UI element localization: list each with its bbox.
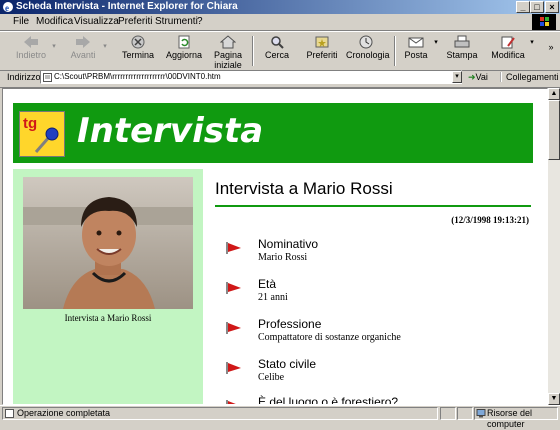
home-icon (220, 35, 236, 49)
search-icon (271, 36, 284, 49)
status-panel (457, 407, 473, 420)
red-flag-icon (226, 362, 241, 374)
history-button[interactable]: Cronologia (346, 35, 390, 60)
computer-icon (476, 409, 486, 418)
status-text: Operazione completata (17, 408, 111, 418)
menu-strumenti[interactable]: Strumenti (155, 16, 198, 27)
mail-dropdown[interactable]: ▾ (432, 38, 440, 46)
menu-file[interactable]: File (13, 16, 29, 27)
back-arrow-icon (24, 36, 38, 48)
page-done-icon (5, 409, 14, 418)
address-label: Indirizzo (7, 72, 41, 82)
page-icon (43, 73, 52, 82)
menu-preferiti[interactable]: Preferiti (118, 16, 152, 27)
interview-timestamp: (12/3/1998 19:13:21) (451, 215, 529, 225)
zone-text: Risorse del computer (487, 408, 533, 429)
back-button[interactable]: Indietro (14, 35, 48, 60)
forward-dropdown[interactable]: ▾ (101, 42, 109, 50)
go-button[interactable]: ➜Vai (468, 72, 488, 83)
address-input[interactable]: C:\Scout\PRBM\rrrrrrrrrrrrrrrrrrrr\00DVI… (40, 70, 462, 84)
field-label-origine: È del luogo o è forestiero? (258, 395, 399, 405)
favorites-icon (315, 36, 329, 48)
scroll-thumb[interactable] (548, 100, 560, 160)
toolbar-more-chevron-icon[interactable]: » (546, 42, 556, 52)
links-button[interactable]: Collegamenti (500, 72, 559, 82)
tg-logo: tg (19, 111, 65, 157)
standard-toolbar: Indietro ▾ Avanti ▾ Termina Aggiorna Pag… (0, 31, 560, 71)
minimize-button[interactable]: _ (516, 1, 530, 13)
close-button[interactable]: × (545, 1, 559, 13)
vertical-scrollbar[interactable]: ▲ ▼ (548, 88, 560, 405)
field-label-nominativo: Nominativo (258, 237, 319, 251)
left-sidebar: Intervista a Mario Rossi (13, 169, 203, 404)
field-value-eta: 21 anni (258, 292, 288, 303)
print-button[interactable]: Stampa (444, 35, 480, 60)
status-panel (440, 407, 456, 420)
history-icon (359, 35, 373, 49)
windows-logo-icon (532, 14, 556, 30)
menu-bar: File Modifica Visualizza Preferiti Strum… (0, 14, 560, 31)
scroll-down-button[interactable]: ▼ (548, 393, 560, 405)
photo-caption: Intervista a Mario Rossi (64, 313, 152, 323)
forward-arrow-icon (76, 36, 90, 48)
maximize-button[interactable]: □ (530, 1, 544, 13)
refresh-button[interactable]: Aggiorna (164, 35, 204, 60)
red-flag-icon (226, 322, 241, 334)
address-dropdown[interactable]: ▾ (452, 71, 462, 83)
toolbar-separator (252, 36, 254, 66)
red-flag-icon (226, 282, 241, 294)
interviewee-photo (23, 177, 193, 309)
address-bar: Indirizzo C:\Scout\PRBM\rrrrrrrrrrrrrrrr… (0, 69, 560, 88)
banner-title: Intervista (77, 111, 264, 151)
edit-dropdown[interactable]: ▾ (528, 38, 536, 46)
page-viewport: tg Intervista Intervista a Mario Rossi I… (2, 88, 548, 405)
refresh-icon (178, 35, 190, 49)
stop-button[interactable]: Termina (118, 35, 158, 60)
favorites-button[interactable]: Preferiti (302, 35, 342, 60)
edit-button[interactable]: Modifica (488, 35, 528, 60)
svg-text:tg: tg (23, 115, 37, 132)
heading-divider (215, 205, 531, 207)
page-banner: tg Intervista (13, 103, 533, 163)
status-bar: Operazione completata Risorse del comput… (0, 405, 560, 429)
field-value-nominativo: Mario Rossi (258, 252, 308, 263)
menu-modifica[interactable]: Modifica (36, 16, 73, 27)
menu-visualizza[interactable]: Visualizza (74, 16, 119, 27)
zone-panel: Risorse del computer (474, 407, 558, 429)
ie-icon: e (3, 2, 13, 13)
red-flag-icon (226, 242, 241, 254)
search-button[interactable]: Cerca (262, 35, 292, 60)
home-button[interactable]: Pagina iniziale (210, 35, 246, 70)
scroll-up-button[interactable]: ▲ (548, 88, 560, 100)
go-arrow-icon: ➜ (468, 72, 476, 82)
stop-icon (131, 35, 145, 49)
toolbar-separator (394, 36, 396, 66)
status-text-panel: Operazione completata (2, 407, 438, 420)
field-label-stato-civile: Stato civile (258, 357, 317, 371)
mail-button[interactable]: Posta (400, 35, 432, 60)
forward-button[interactable]: Avanti (66, 35, 100, 60)
interview-heading: Intervista a Mario Rossi (215, 179, 393, 198)
svg-text:e: e (5, 3, 9, 13)
menu-help[interactable]: ? (197, 16, 203, 27)
window-titlebar[interactable]: e Scheda Intervista - Internet Explorer … (0, 0, 560, 14)
address-url: C:\Scout\PRBM\rrrrrrrrrrrrrrrrrrrr\00DVI… (54, 72, 221, 81)
field-value-professione: Compattatore di sostanze organiche (258, 332, 401, 343)
edit-icon (501, 36, 515, 49)
back-dropdown[interactable]: ▾ (50, 42, 58, 50)
window-title: Scheda Intervista - Internet Explorer fo… (16, 1, 238, 12)
mail-icon (408, 37, 424, 48)
field-label-professione: Professione (258, 317, 322, 331)
field-value-stato-civile: Celibe (258, 372, 285, 383)
field-label-eta: Età (258, 277, 277, 291)
printer-icon (454, 35, 470, 48)
